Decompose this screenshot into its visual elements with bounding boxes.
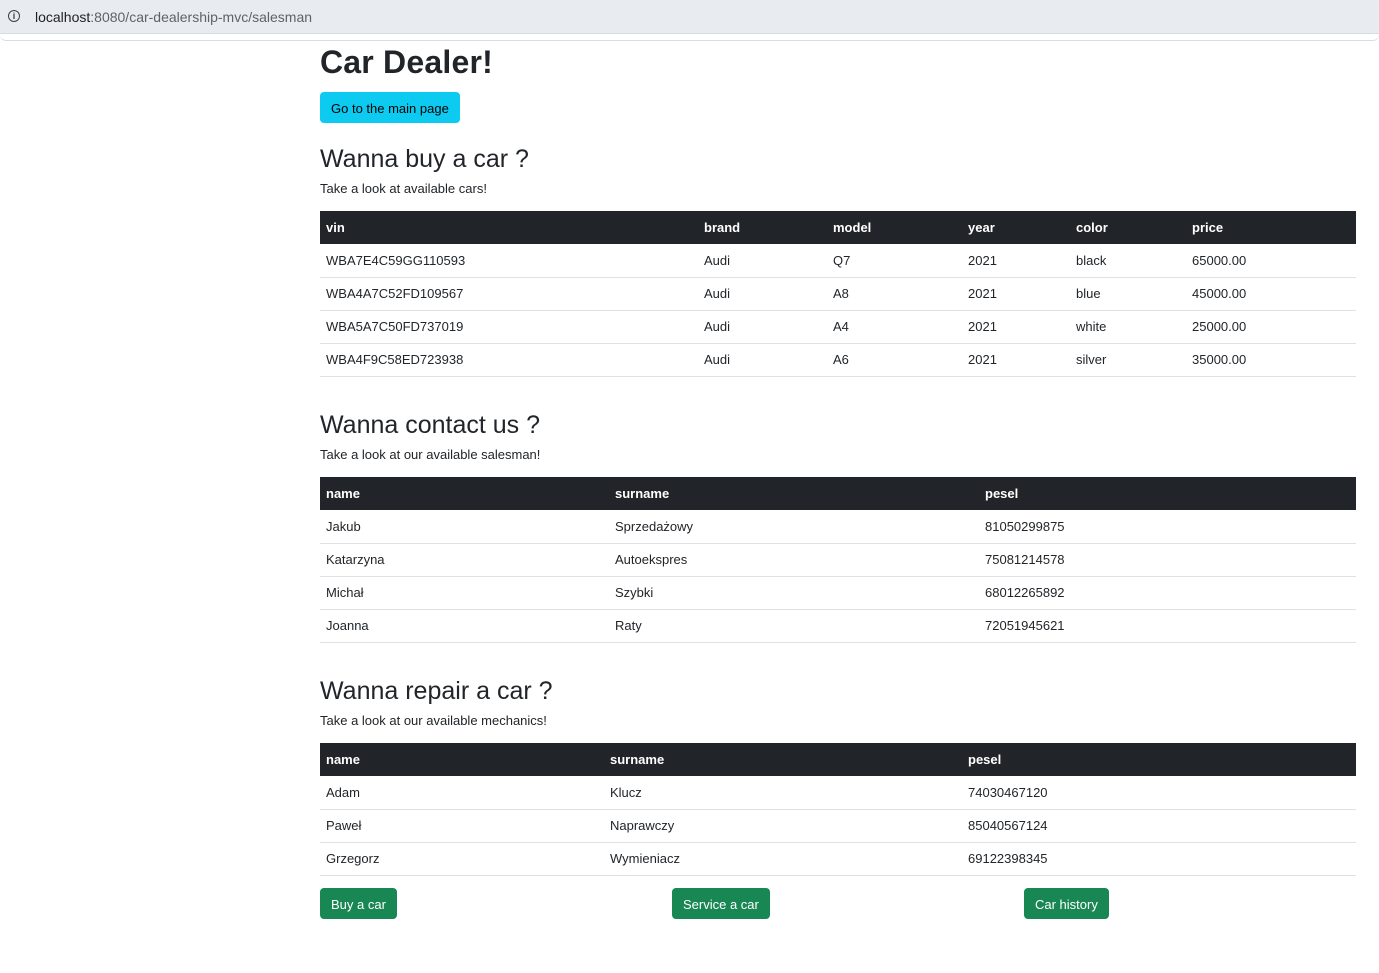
- mechanic-col-header: pesel: [968, 752, 1002, 767]
- salesman-heading: Wanna contact us ?: [320, 411, 541, 439]
- car-table-row: WBA5A7C50FD737019 Audi A4 2021 white 25000.00: [320, 310, 1356, 344]
- salesman-subtitle: Take a look at our available salesman!: [320, 447, 541, 462]
- salesman-cell-name: Joanna: [320, 609, 609, 643]
- cars-subtitle: Take a look at available cars!: [320, 181, 487, 196]
- car-col-header: vin: [326, 220, 345, 235]
- site-info-icon[interactable]: i: [8, 10, 20, 22]
- mechanic-table-row: Grzegorz Wymieniacz 69122398345: [320, 842, 1356, 876]
- car-cell-price: 25000.00: [1186, 310, 1356, 344]
- car-cell-vin: WBA5A7C50FD737019: [320, 310, 698, 344]
- salesman-cell-pesel: 72051945621: [979, 609, 1356, 643]
- mechanic-cell-surname: Naprawczy: [604, 809, 962, 843]
- car-cell-year: 2021: [962, 310, 1070, 344]
- car-cell-price: 35000.00: [1186, 343, 1356, 377]
- url-host: localhost: [35, 9, 91, 25]
- mechanic-table-header: name surname pesel: [320, 743, 1356, 776]
- browser-edge: [0, 34, 1379, 41]
- car-cell-brand: Audi: [698, 310, 827, 344]
- mechanic-heading: Wanna repair a car ?: [320, 677, 553, 705]
- car-cell-color: blue: [1070, 277, 1186, 311]
- url-text[interactable]: localhost:8080/car-dealership-mvc/salesm…: [35, 9, 312, 25]
- car-col-header: price: [1192, 220, 1224, 235]
- car-cell-brand: Audi: [698, 244, 827, 278]
- car-table-row: WBA4F9C58ED723938 Audi A6 2021 silver 35000.0…: [320, 343, 1356, 377]
- car-cell-model: Q7: [827, 244, 962, 278]
- mechanic-cell-name: Adam: [320, 776, 604, 810]
- mechanic-subtitle: Take a look at our available mechanics!: [320, 713, 547, 728]
- mechanic-cell-pesel: 85040567124: [962, 809, 1356, 843]
- car-cell-model: A4: [827, 310, 962, 344]
- cars-table: vin brand model year color price WBA7E4C59GG1…: [320, 211, 1356, 377]
- salesman-cell-surname: Raty: [609, 609, 979, 643]
- car-cell-vin: WBA4F9C58ED723938: [320, 343, 698, 377]
- salesman-table-row: Michał Szybki 68012265892: [320, 576, 1356, 610]
- salesman-cell-pesel: 68012265892: [979, 576, 1356, 610]
- car-col-header: color: [1076, 220, 1108, 235]
- salesman-table-row: Joanna Raty 72051945621: [320, 609, 1356, 643]
- car-cell-color: silver: [1070, 343, 1186, 377]
- car-table-row: WBA4A7C52FD109567 Audi A8 2021 blue 45000.00: [320, 277, 1356, 311]
- salesman-col-header: pesel: [985, 486, 1019, 501]
- car-cell-model: A6: [827, 343, 962, 377]
- salesman-cell-surname: Autoekspres: [609, 543, 979, 577]
- salesman-cell-pesel: 75081214578: [979, 543, 1356, 577]
- salesman-table-row: Jakub Sprzedażowy 81050299875: [320, 510, 1356, 544]
- mechanic-col-header: name: [326, 752, 360, 767]
- mechanic-cell-pesel: 74030467120: [962, 776, 1356, 810]
- salesman-cell-name: Michał: [320, 576, 609, 610]
- car-cell-year: 2021: [962, 277, 1070, 311]
- page-title: Car Dealer!: [320, 44, 493, 80]
- service-car-button[interactable]: Service a car: [672, 888, 770, 919]
- car-cell-vin: WBA4A7C52FD109567: [320, 277, 698, 311]
- car-col-header: model: [833, 220, 872, 235]
- salesman-cell-surname: Szybki: [609, 576, 979, 610]
- car-col-header: year: [968, 220, 995, 235]
- mechanic-table: name surname pesel Adam Klucz 74030467120 Paw…: [320, 743, 1356, 876]
- cars-table-header: vin brand model year color price: [320, 211, 1356, 244]
- buy-car-button[interactable]: Buy a car: [320, 888, 397, 919]
- salesman-col-header: surname: [615, 486, 670, 501]
- salesman-col-header: name: [326, 486, 360, 501]
- salesman-cell-name: Jakub: [320, 510, 609, 544]
- mechanic-cell-surname: Klucz: [604, 776, 962, 810]
- car-cell-price: 65000.00: [1186, 244, 1356, 278]
- salesman-cell-name: Katarzyna: [320, 543, 609, 577]
- car-cell-price: 45000.00: [1186, 277, 1356, 311]
- car-cell-year: 2021: [962, 343, 1070, 377]
- car-cell-color: black: [1070, 244, 1186, 278]
- car-cell-vin: WBA7E4C59GG110593: [320, 244, 698, 278]
- mechanic-cell-name: Grzegorz: [320, 842, 604, 876]
- address-bar[interactable]: i localhost:8080/car-dealership-mvc/sale…: [0, 0, 1379, 34]
- salesman-cell-surname: Sprzedażowy: [609, 510, 979, 544]
- main-page-button[interactable]: Go to the main page: [320, 92, 460, 123]
- salesman-table-row: Katarzyna Autoekspres 75081214578: [320, 543, 1356, 577]
- cars-heading: Wanna buy a car ?: [320, 145, 529, 173]
- mechanic-table-row: Paweł Naprawczy 85040567124: [320, 809, 1356, 843]
- salesman-table-header: name surname pesel: [320, 477, 1356, 510]
- car-cell-brand: Audi: [698, 343, 827, 377]
- salesman-table: name surname pesel Jakub Sprzedażowy 8105029…: [320, 477, 1356, 643]
- mechanic-table-row: Adam Klucz 74030467120: [320, 776, 1356, 810]
- mechanic-cell-name: Paweł: [320, 809, 604, 843]
- car-col-header: brand: [704, 220, 741, 235]
- salesman-cell-pesel: 81050299875: [979, 510, 1356, 544]
- car-history-button[interactable]: Car history: [1024, 888, 1109, 919]
- mechanic-cell-surname: Wymieniacz: [604, 842, 962, 876]
- car-cell-brand: Audi: [698, 277, 827, 311]
- mechanic-col-header: surname: [610, 752, 665, 767]
- car-cell-color: white: [1070, 310, 1186, 344]
- car-cell-model: A8: [827, 277, 962, 311]
- car-table-row: WBA7E4C59GG110593 Audi Q7 2021 black 65000.00: [320, 244, 1356, 278]
- url-path: :8080/car-dealership-mvc/salesman: [90, 9, 313, 25]
- mechanic-cell-pesel: 69122398345: [962, 842, 1356, 876]
- car-cell-year: 2021: [962, 244, 1070, 278]
